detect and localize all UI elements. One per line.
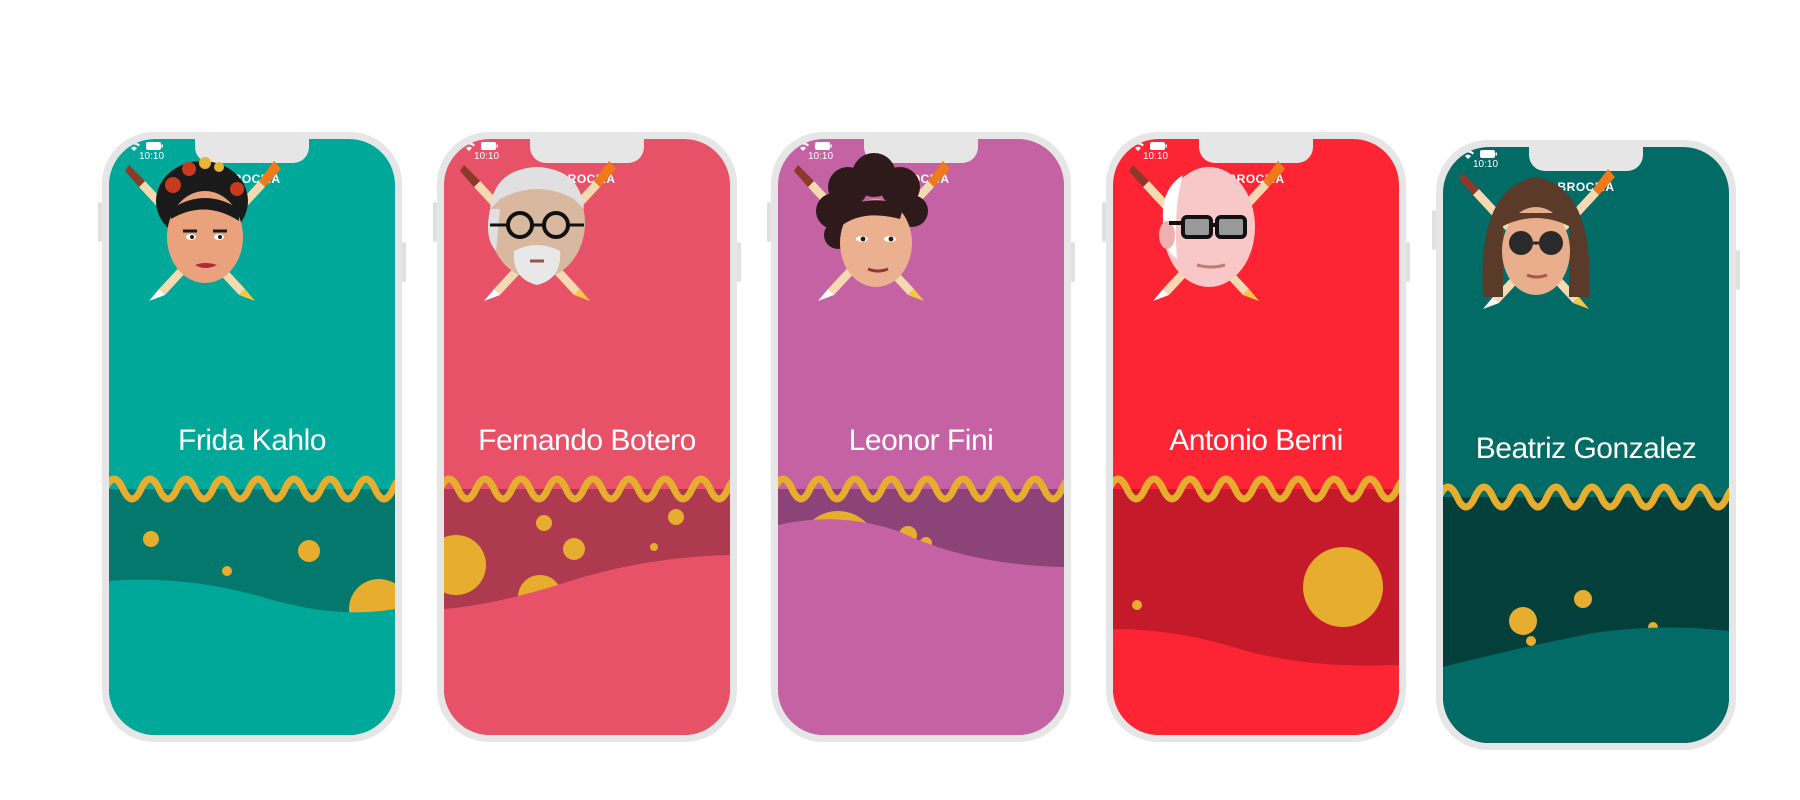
side-button bbox=[433, 202, 437, 242]
artist-name: Frida Kahlo bbox=[178, 424, 326, 457]
artist-screen[interactable]: 10:10 BROCMA Beatriz Gonzalez bbox=[1443, 147, 1729, 743]
decor-dot bbox=[1303, 547, 1383, 627]
leonor-fini-avatar-icon bbox=[794, 153, 950, 301]
phone-card-gonzalez: 10:10 BROCMA Beatriz Gonzalez bbox=[1432, 140, 1740, 750]
decor-dot bbox=[1132, 600, 1142, 610]
side-button bbox=[1102, 202, 1106, 242]
decor-dot bbox=[668, 509, 684, 525]
artist-screen[interactable]: 10:10 BROCMA Antonio Berni bbox=[1113, 139, 1399, 735]
fernando-botero-avatar-icon bbox=[460, 161, 616, 301]
frida-kahlo-avatar-icon bbox=[125, 157, 281, 301]
side-button bbox=[402, 242, 406, 282]
artist-name: Beatriz Gonzalez bbox=[1475, 432, 1697, 465]
side-button bbox=[1406, 242, 1410, 282]
side-button bbox=[1736, 250, 1740, 290]
side-button bbox=[1071, 242, 1075, 282]
artist-name: Leonor Fini bbox=[848, 424, 994, 457]
antonio-berni-avatar-icon bbox=[1129, 161, 1285, 301]
decor-dot bbox=[222, 566, 232, 576]
beatriz-gonzalez-avatar-icon bbox=[1459, 169, 1615, 309]
side-button bbox=[98, 202, 102, 242]
decor-dot bbox=[298, 540, 320, 562]
artist-screen[interactable]: 10:10 BROCMA bbox=[109, 139, 395, 735]
artist-name: Antonio Berni bbox=[1169, 424, 1343, 457]
phone-card-botero: 10:10 BROCMA Fernando Botero bbox=[433, 132, 741, 742]
artist-screen[interactable]: 10:10 BROCMA bbox=[778, 139, 1064, 735]
side-button bbox=[767, 202, 771, 242]
decor-dot bbox=[563, 538, 585, 560]
decor-dot bbox=[143, 531, 159, 547]
decor-dot bbox=[650, 543, 658, 551]
phone-card-berni: 10:10 BROCMA Antonio Berni bbox=[1102, 132, 1410, 742]
artist-screen[interactable]: 10:10 BROCMA bbox=[444, 139, 730, 735]
side-button bbox=[737, 242, 741, 282]
phone-card-fini: 10:10 BROCMA Leonor Fini bbox=[767, 132, 1075, 742]
artist-name: Fernando Botero bbox=[478, 424, 696, 457]
decor-dot bbox=[536, 515, 552, 531]
side-button bbox=[1432, 210, 1436, 250]
decor-dot bbox=[1526, 636, 1536, 646]
decor-dot bbox=[1509, 607, 1537, 635]
phone-card-frida: 10:10 BROCMA Frida Kahlo bbox=[98, 132, 406, 742]
decor-dot bbox=[1574, 590, 1592, 608]
